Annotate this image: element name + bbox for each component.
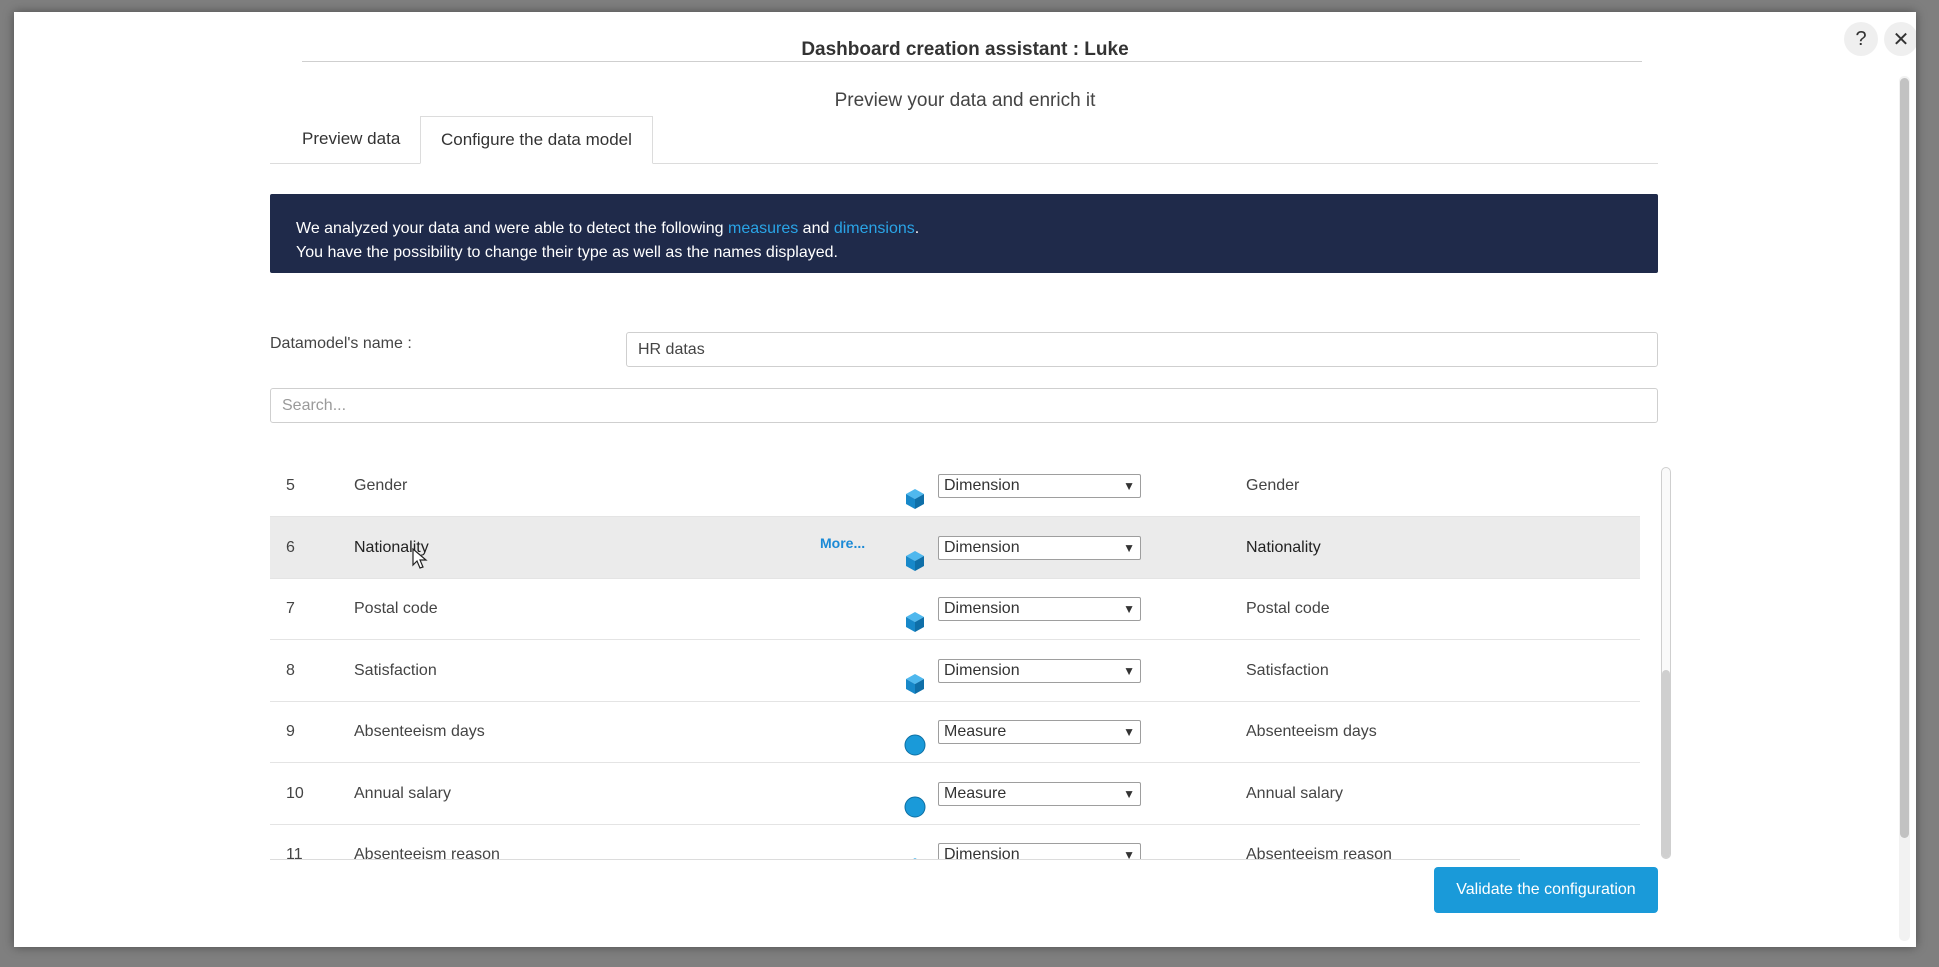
chevron-down-icon: ▼ — [1123, 540, 1135, 555]
title-divider — [302, 61, 1642, 62]
circle-icon — [904, 721, 926, 756]
field-type-value: Measure — [944, 723, 1007, 740]
field-index: 9 — [286, 723, 295, 740]
dialog-title: Dashboard creation assistant : Luke — [801, 39, 1129, 60]
field-type-select[interactable]: Dimension ▼ — [938, 658, 1141, 683]
field-index: 6 — [286, 538, 295, 556]
chevron-down-icon: ▼ — [1123, 725, 1135, 739]
chevron-down-icon: ▼ — [1123, 786, 1135, 801]
field-row[interactable]: 10 Annual salary Measure ▼ Annual salary — [270, 763, 1640, 825]
field-index: 10 — [286, 784, 304, 802]
field-index: 11 — [286, 846, 303, 859]
list-bottom-divider — [270, 859, 1520, 860]
field-type-value: Dimension — [944, 477, 1020, 494]
dashboard-creation-dialog: Dashboard creation assistant : Luke ? ✕ … — [14, 12, 1916, 947]
field-display-name[interactable]: Absenteeism reason — [1246, 824, 1392, 859]
field-type-select[interactable]: Dimension ▼ — [938, 597, 1141, 621]
field-type-select[interactable]: Measure ▼ — [938, 781, 1141, 806]
field-row[interactable]: 11 Absenteeism reason Dimension ▼ Absenteeis… — [270, 824, 1640, 859]
field-type-select[interactable]: Dimension ▼ — [938, 474, 1141, 498]
more-link[interactable]: More... — [820, 517, 865, 578]
field-name: Postal code — [354, 600, 438, 617]
field-list-scrollbar[interactable] — [1661, 467, 1671, 859]
field-type-select[interactable]: Dimension ▼ — [938, 843, 1141, 859]
field-display-name[interactable]: Annual salary — [1246, 763, 1343, 824]
field-index: 8 — [286, 661, 295, 679]
search-input[interactable]: Search... — [270, 388, 1658, 423]
validate-configuration-button[interactable]: Validate the configuration — [1434, 867, 1658, 913]
field-row[interactable]: 5 Gender Dimension ▼ Gender — [270, 455, 1640, 517]
measures-link[interactable]: measures — [728, 220, 798, 237]
banner-period: . — [914, 220, 920, 237]
field-type-value: Dimension — [944, 661, 1020, 679]
datamodel-name-label: Datamodel's name : — [270, 335, 412, 352]
tab-preview-data[interactable]: Preview data — [282, 116, 420, 162]
field-display-name[interactable]: Satisfaction — [1246, 640, 1329, 701]
info-banner: We analyzed your data and were able to d… — [270, 194, 1658, 273]
chevron-down-icon: ▼ — [1123, 848, 1135, 859]
tab-bar: Preview data Configure the data model — [270, 116, 1658, 164]
circle-icon — [904, 783, 926, 817]
cube-icon — [904, 598, 926, 632]
dimensions-link[interactable]: dimensions — [834, 220, 915, 237]
banner-and: and — [798, 220, 834, 237]
field-type-value: Dimension — [944, 846, 1020, 859]
cube-icon — [904, 844, 926, 859]
field-row[interactable]: 6 Nationality More... Dimension ▼ Nationality — [270, 516, 1640, 579]
field-row[interactable]: 7 Postal code Dimension ▼ Postal code — [270, 578, 1640, 640]
mouse-cursor-icon — [412, 548, 428, 569]
chevron-down-icon: ▼ — [1123, 602, 1135, 616]
field-type-select[interactable]: Dimension ▼ — [938, 535, 1141, 560]
dialog-subtitle: Preview your data and enrich it — [834, 90, 1096, 111]
tab-configure-data-model[interactable]: Configure the data model — [420, 116, 653, 164]
field-list: 5 Gender Dimension ▼ Gender 6 Nationality More.… — [270, 455, 1640, 859]
field-type-select[interactable]: Measure ▼ — [938, 720, 1141, 744]
field-row[interactable]: 9 Absenteeism days Measure ▼ Absenteeism day… — [270, 701, 1640, 763]
chevron-down-icon: ▼ — [1123, 663, 1135, 678]
field-index: 5 — [286, 477, 295, 494]
close-button[interactable]: ✕ — [1884, 22, 1916, 56]
field-name: Annual salary — [354, 784, 451, 802]
field-display-name[interactable]: Gender — [1246, 455, 1299, 516]
banner-text: We analyzed your data and were able to d… — [296, 220, 728, 237]
cube-icon — [904, 537, 926, 571]
field-display-name[interactable]: Nationality — [1246, 517, 1321, 578]
help-button[interactable]: ? — [1844, 22, 1878, 56]
field-display-name[interactable]: Postal code — [1246, 578, 1330, 639]
field-type-value: Dimension — [944, 538, 1020, 556]
cube-icon — [904, 475, 926, 509]
banner-line-2: You have the possibility to change their… — [296, 244, 838, 261]
field-name: Absenteeism reason — [354, 846, 500, 859]
dialog-scrollbar[interactable] — [1899, 76, 1910, 941]
field-list-scroll-thumb[interactable] — [1662, 670, 1670, 858]
field-name: Gender — [354, 477, 408, 494]
field-index: 7 — [286, 600, 295, 617]
datamodel-name-input[interactable]: HR datas — [626, 332, 1658, 367]
field-row[interactable]: 8 Satisfaction Dimension ▼ Satisfaction — [270, 640, 1640, 702]
chevron-down-icon: ▼ — [1123, 479, 1135, 493]
field-type-value: Measure — [944, 784, 1007, 802]
field-name: Satisfaction — [354, 661, 437, 679]
dialog-scroll-thumb[interactable] — [1900, 78, 1909, 838]
field-type-value: Dimension — [944, 600, 1020, 617]
cube-icon — [904, 660, 926, 694]
banner-line-1: We analyzed your data and were able to d… — [296, 217, 1632, 241]
field-name: Absenteeism days — [354, 723, 485, 740]
field-display-name[interactable]: Absenteeism days — [1246, 701, 1377, 762]
